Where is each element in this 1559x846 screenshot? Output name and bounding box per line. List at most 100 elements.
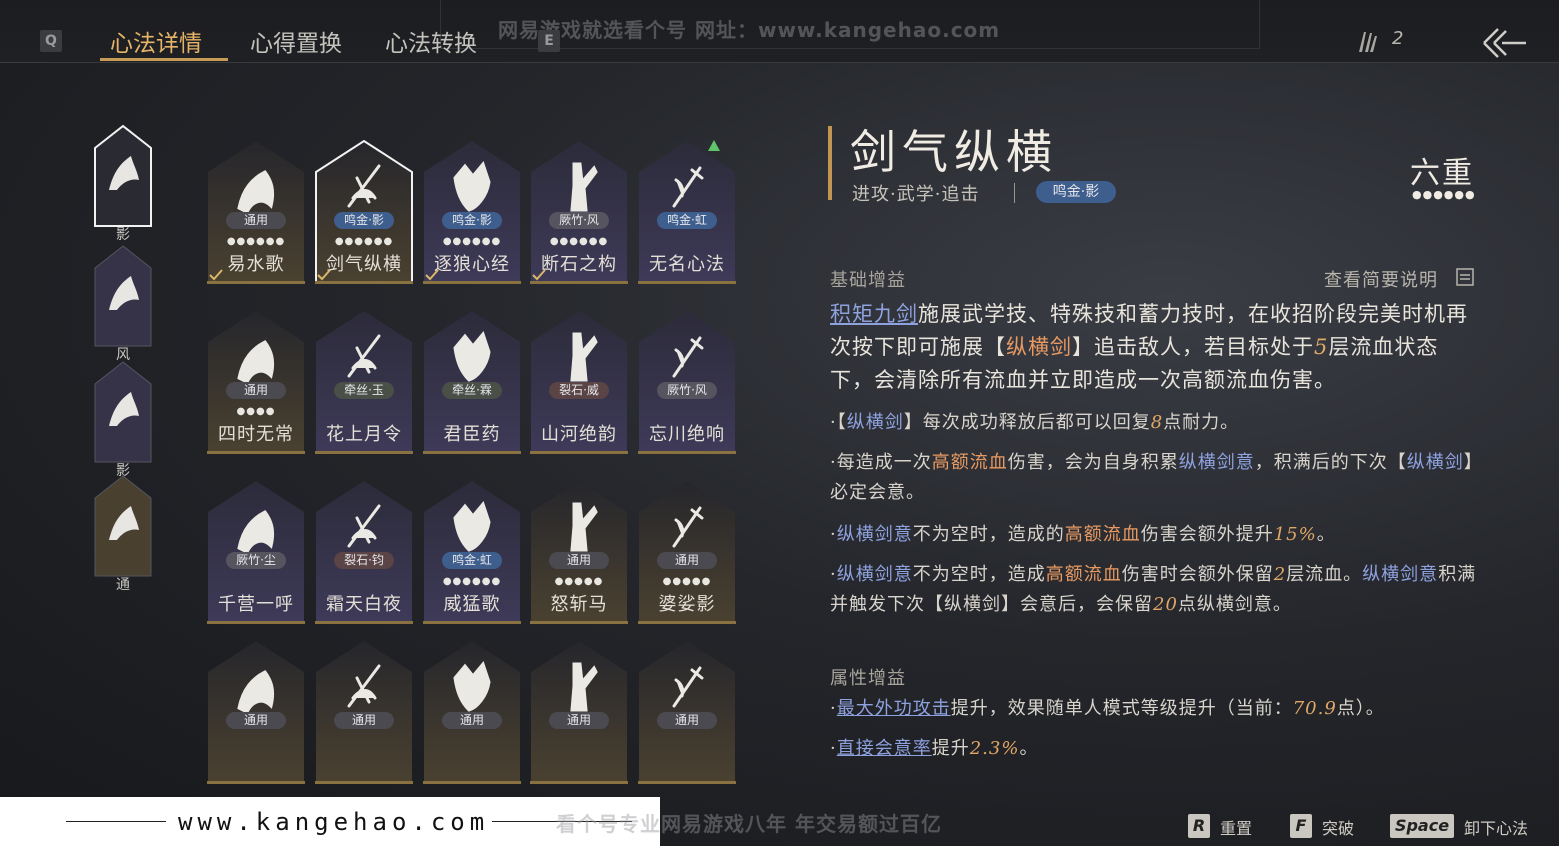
effect-bullet-3: ·纵横剑意不为空时，造成的高额流血伤害会额外提升15%。 [830,524,1336,545]
school-badge: 鸣金·影 [334,212,394,229]
skill-name: 霜天白夜 [326,594,402,615]
swordsman-icon [109,276,139,310]
stat-link-max-attack[interactable]: 最大外功攻击 [837,698,951,719]
skill-card[interactable]: 鸣金·虹 ●●●●●● 威猛歌 [423,480,521,624]
school-badge: 通用 [549,712,609,729]
skill-name: 忘川绝响 [649,424,725,445]
reset-label[interactable]: 重置 [1220,815,1252,839]
rank-dots: ●●●● [236,406,276,417]
skill-card[interactable]: 通用 ●●●●●● 易水歌 [207,140,305,284]
card-emblem-icon [347,504,381,548]
banner-url: www.kangehao.com [178,808,490,836]
card-emblem-icon [347,334,381,378]
skill-name: 花上月令 [326,424,402,445]
skill-card[interactable]: 厥竹·尘 千营一呼 [207,480,305,624]
skill-card[interactable]: 牵丝·玉 花上月令 [315,310,413,454]
card-emblem-icon [237,170,275,214]
attr-bullet-2: ·直接会意率提升2.3%。 [830,738,1039,759]
skill-subtitle: 进攻·武学·追击 [852,184,980,205]
rank-dots: ●●●●●● [442,236,502,247]
skill-card[interactable]: 牵丝·霖君臣药 [423,310,521,454]
back-arrow-icon[interactable] [1480,26,1530,60]
banner-rule-left [66,821,166,822]
skill-card[interactable]: 鸣金·影 ●●●●●● 逐狼心经 [423,140,521,284]
skill-main-description: 积矩九剑施展武学技、特殊技和蓄力技时，在收招阶段完美时机再次按下即可施展【纵横剑… [830,302,1468,392]
skill-card[interactable]: 通用 [638,640,736,784]
skill-name: 无名心法 [649,254,725,275]
school-badge: 通用 [657,552,717,569]
skill-card[interactable]: 通用 [530,640,628,784]
rank-dots: ●●●●● [554,576,604,587]
skill-card[interactable]: 裂石·钧霜天白夜 [315,480,413,624]
wolf-icon [109,392,139,426]
stat-link-crit-rate[interactable]: 直接会意率 [837,738,932,759]
skill-card[interactable]: 通用 ●●●●● 婆娑影 [638,480,736,624]
tab-insight-swap[interactable]: 心得置换 [250,24,342,58]
skill-card[interactable]: 裂石·威 山河绝韵 [530,310,628,454]
brief-toggle-icon[interactable] [1456,268,1474,286]
card-emblem-icon [570,502,598,552]
school-badge: 牵丝·霖 [442,382,502,399]
card-emblem-icon [453,160,491,212]
school-badge: 通用 [549,552,609,569]
card-emblem-icon [672,506,704,548]
card-emblem-icon [453,660,491,712]
skill-card[interactable]: 厥竹·风 ●●●●●● 断石之构 [530,140,628,284]
school-badge: 厥竹·尘 [226,552,286,569]
key-e-icon[interactable]: E [538,30,560,52]
effect-bullet-2: ·每造成一次高额流血伤害，会为自身积累纵横剑意，积满后的下次【纵横剑】必定会意。 [830,452,1483,503]
equipped-slot[interactable]: 风 [93,244,153,363]
slot-tag: 通 [116,577,130,593]
card-emblem-icon [672,666,704,708]
skill-name: 君臣药 [443,424,501,445]
school-badge: 鸣金·虹 [442,552,502,569]
card-emblem-icon [570,162,598,212]
school-badge: 通用 [226,712,286,729]
card-emblem-icon [453,500,491,552]
card-emblem-icon [237,340,275,384]
rank-dots: ●●●●●● [549,236,609,247]
skill-link-jijujiujian[interactable]: 积矩九剑 [830,302,918,326]
rank-dots: ●●●●●● [334,236,394,247]
card-emblem-icon [672,336,704,378]
skill-card[interactable]: 通用 ●●●● 四时无常 [207,310,305,454]
school-badge: 厥竹·风 [657,382,717,399]
skill-card[interactable]: 厥竹·风忘川绝响 [638,310,736,454]
skill-card[interactable]: 通用 [423,640,521,784]
skill-card[interactable]: 鸣金·影 ●●●●●● 剑气纵横 [315,140,413,284]
section-basic-label: 基础增益 [830,270,906,291]
skill-name: 山河绝韵 [541,424,617,445]
card-emblem-icon [672,166,704,208]
rank-dots: ●●●●● [662,576,712,587]
active-tab-underline [100,58,228,61]
equipped-check-icon [317,269,331,281]
breakthrough-label[interactable]: 突破 [1322,815,1354,839]
tab-skill-convert[interactable]: 心法转换 [385,24,477,58]
card-emblem-icon [453,330,491,382]
archer-bird-icon [109,156,139,190]
equipped-slot[interactable]: 影 [93,124,153,243]
attr-bullet-1: ·最大外功攻击提升，效果随单人模式等级提升（当前：70.9点）。 [830,698,1385,719]
school-badge: 裂石·钧 [334,552,394,569]
skill-card[interactable]: 鸣金·虹 无名心法 [638,140,736,284]
tab-skill-details[interactable]: 心法详情 [110,24,202,58]
key-q-icon[interactable]: Q [40,30,62,52]
card-emblem-icon [237,510,275,554]
upgrade-arrow-icon [708,140,720,151]
school-badge: 通用 [226,212,286,229]
skill-card[interactable]: 通用 [315,640,413,784]
equipped-slot[interactable]: 通 [93,474,153,593]
skill-card[interactable]: 通用 ●●●●● 怒斩马 [530,480,628,624]
school-badge: 通用 [226,382,286,399]
skill-name: 威猛歌 [443,594,501,615]
key-r-icon[interactable]: R [1188,814,1210,838]
school-badge: 通用 [442,712,502,729]
key-space-icon[interactable]: Space [1390,814,1454,838]
card-emblem-icon [347,164,381,208]
equipped-slot[interactable]: 影 [93,360,153,479]
card-emblem-icon [237,670,275,714]
unequip-label[interactable]: 卸下心法 [1464,815,1528,839]
skill-card[interactable]: 通用 [207,640,305,784]
view-brief-button[interactable]: 查看简要说明 [1324,266,1438,292]
key-f-icon[interactable]: F [1290,814,1312,838]
